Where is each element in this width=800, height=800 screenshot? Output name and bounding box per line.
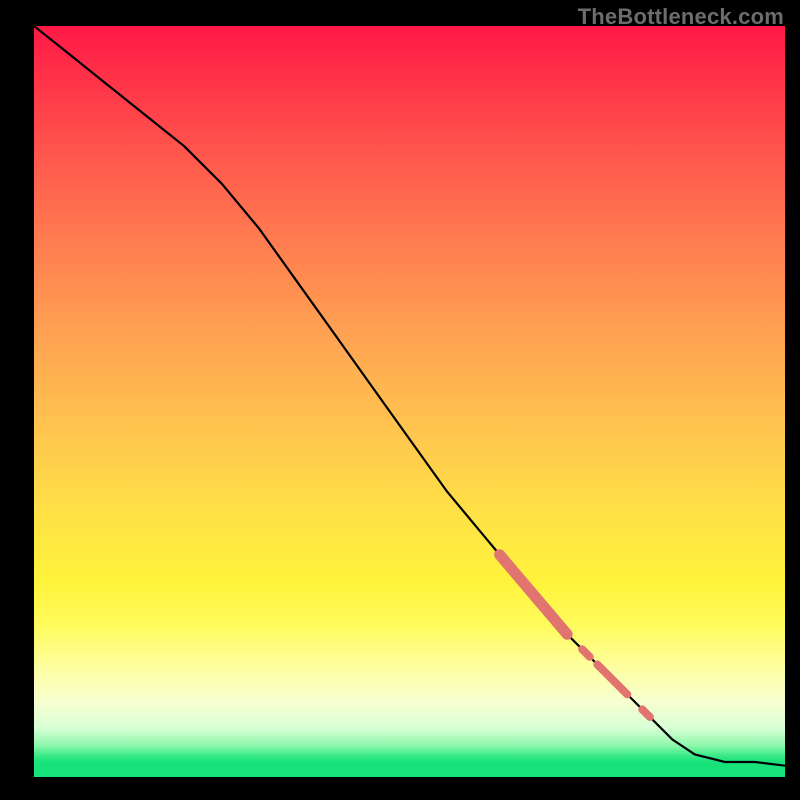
highlight-segment [582, 649, 590, 657]
highlight-segment [597, 664, 627, 694]
highlight-segment [500, 555, 568, 635]
curve-svg [34, 26, 785, 777]
highlight-segments [500, 555, 650, 717]
plot-area [34, 26, 785, 777]
highlight-segment [642, 709, 650, 717]
chart-stage: TheBottleneck.com [0, 0, 800, 800]
bottleneck-curve-line [34, 26, 785, 766]
